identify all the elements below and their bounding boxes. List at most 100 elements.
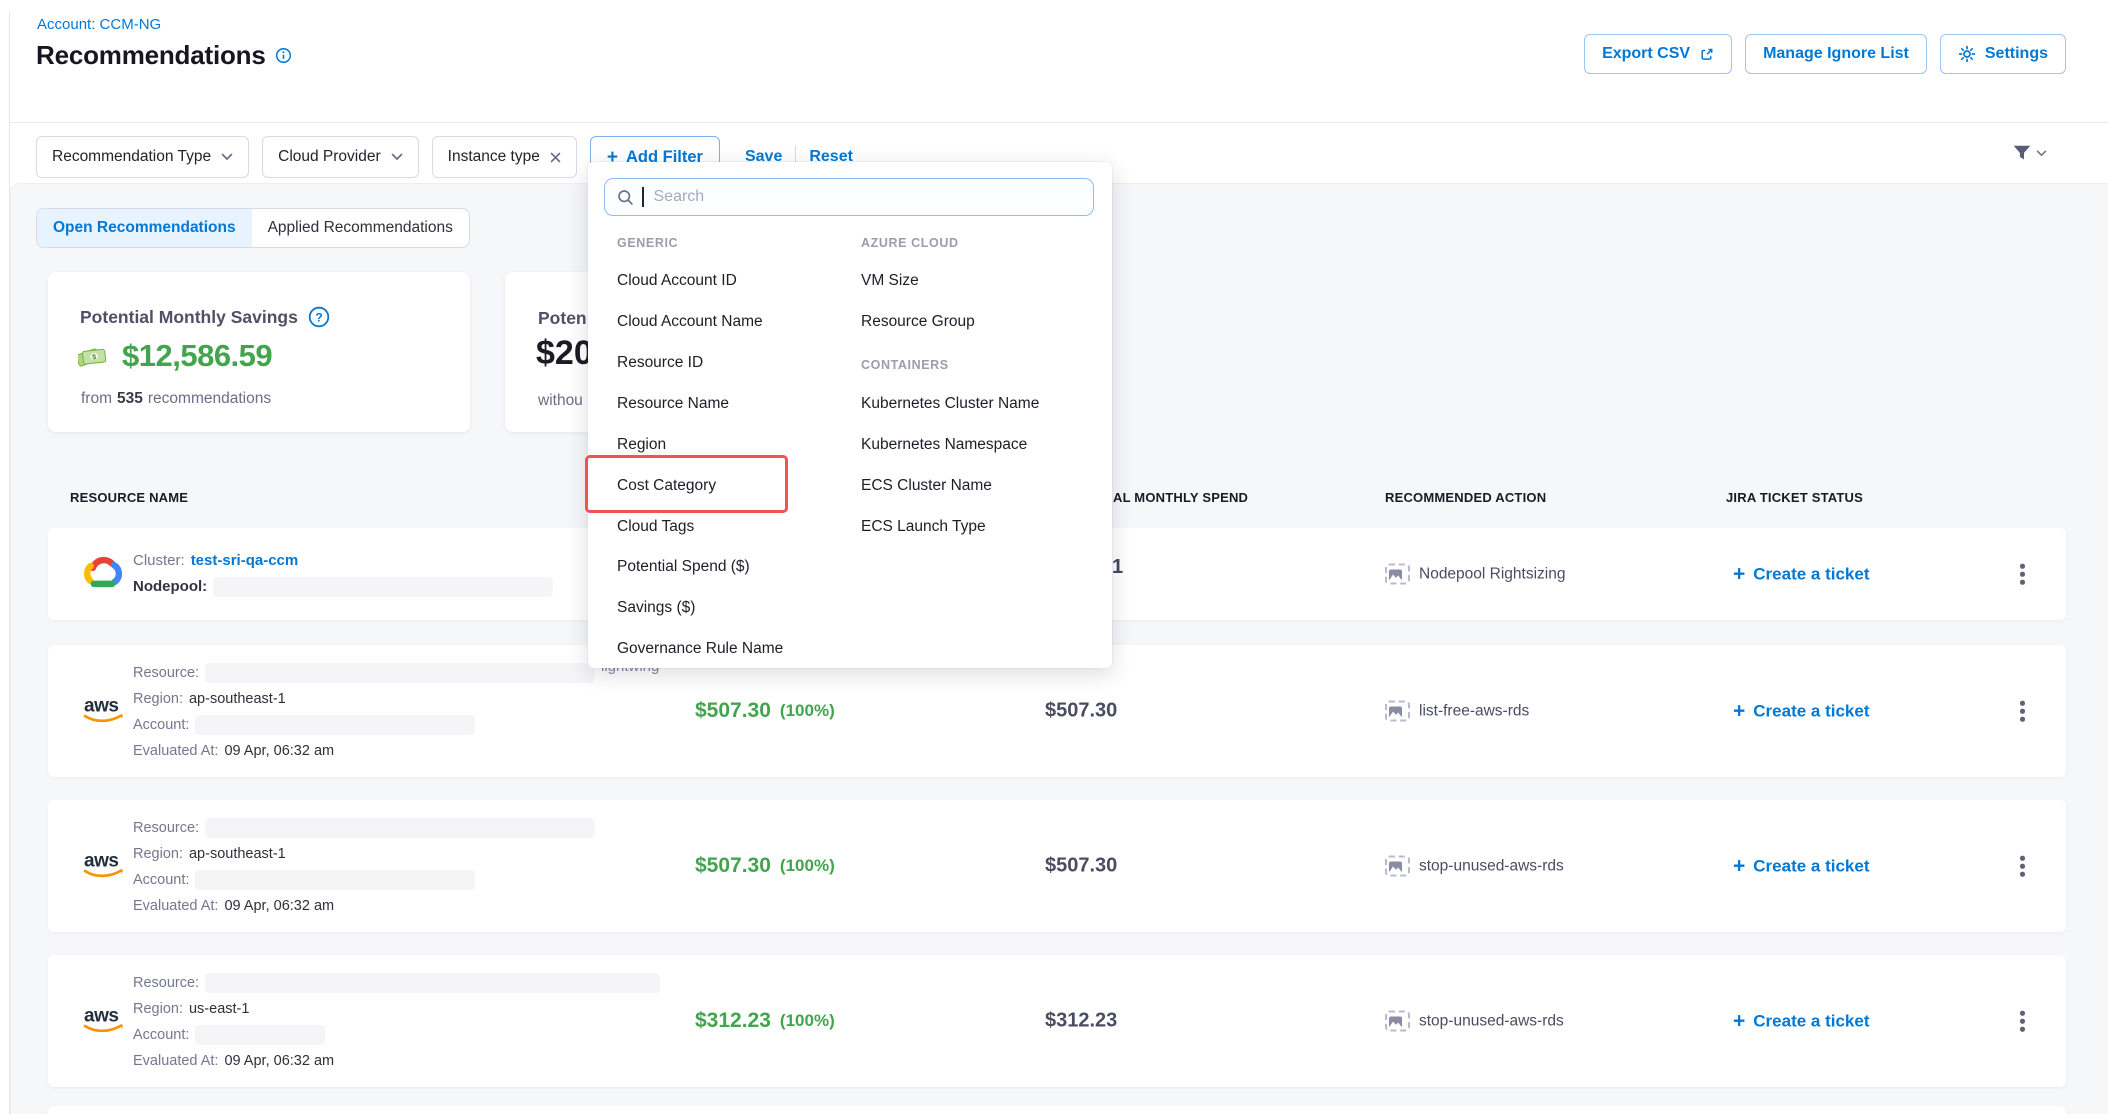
savings-amount: $12,586.59	[122, 338, 272, 374]
filter-option-kubernetes-namespace[interactable]: Kubernetes Namespace	[861, 436, 1027, 454]
tab-applied-recommendations[interactable]: Applied Recommendations	[252, 209, 469, 247]
cluster-name-link[interactable]: test-sri-qa-ccm	[191, 552, 299, 569]
col-header-recommended-action: RECOMMENDED ACTION	[1385, 490, 1546, 505]
row-menu-kebab-icon[interactable]	[2014, 695, 2031, 728]
breadcrumb[interactable]: Account: CCM-NG	[37, 16, 161, 33]
filter-option-ecs-launch-type[interactable]: ECS Launch Type	[861, 518, 986, 536]
group-title-azure-cloud: AZURE CLOUD	[861, 236, 959, 250]
filter-chip-cloud-provider[interactable]: Cloud Provider	[262, 136, 419, 178]
filter-option-region[interactable]: Region	[617, 436, 666, 454]
group-title-generic: GENERIC	[617, 236, 678, 250]
search-input[interactable]	[652, 187, 1082, 207]
evaluated-at-value: 09 Apr, 06:32 am	[224, 898, 334, 914]
redacted-account-value	[195, 1025, 325, 1045]
external-link-icon	[1699, 47, 1714, 62]
col-header-monthly-spend-fragment: AL MONTHLY SPEND	[1113, 490, 1248, 505]
col-header-resource-name: RESOURCE NAME	[70, 490, 188, 505]
monthly-spend-fragment: 1	[1112, 556, 1123, 579]
recommended-action-label: list-free-aws-rds	[1419, 702, 1529, 720]
redacted-resource-value	[205, 973, 660, 993]
filter-panel-toggle[interactable]	[2012, 144, 2047, 162]
close-icon[interactable]	[550, 152, 561, 163]
recommendations-tabs: Open Recommendations Applied Recommendat…	[36, 208, 470, 248]
filter-option-governance-rule-name[interactable]: Governance Rule Name	[617, 640, 783, 658]
redacted-resource-value	[205, 663, 595, 683]
money-icon: $	[78, 343, 112, 369]
filter-option-cloud-account-id[interactable]: Cloud Account ID	[617, 272, 737, 290]
account-label: Account:	[133, 1027, 189, 1043]
savings-sub-prefix: from	[81, 390, 112, 408]
spend-card-sub-fragment: withou	[538, 392, 583, 410]
monthly-spend-value: $312.23	[1045, 1010, 1117, 1033]
filter-option-ecs-cluster-name[interactable]: ECS Cluster Name	[861, 477, 992, 495]
potential-savings-value: $507.30	[695, 699, 771, 723]
row-menu-kebab-icon[interactable]	[2014, 850, 2031, 883]
savings-count: 535	[117, 390, 143, 408]
create-ticket-button[interactable]: + Create a ticket	[1733, 701, 1870, 722]
monthly-spend-value: $507.30	[1045, 700, 1117, 723]
region-label: Region:	[133, 691, 183, 707]
filter-option-resource-id[interactable]: Resource ID	[617, 354, 703, 372]
chevron-down-icon	[221, 153, 233, 161]
filter-option-cloud-tags[interactable]: Cloud Tags	[617, 518, 694, 536]
plus-icon: +	[1733, 1011, 1745, 1032]
redacted-account-value	[195, 715, 475, 735]
nodepool-label: Nodepool:	[133, 578, 207, 595]
plus-icon: +	[1733, 564, 1745, 585]
search-icon	[617, 189, 634, 206]
filter-chip-label: Cloud Provider	[278, 148, 381, 166]
region-label: Region:	[133, 1001, 183, 1017]
recommendation-row[interactable]: aws Resource: Region:us-east-1 Account: …	[48, 955, 2066, 1087]
funnel-icon	[2012, 144, 2032, 162]
region-label: Region:	[133, 846, 183, 862]
potential-savings-value: $507.30	[695, 854, 771, 878]
manage-ignore-list-button[interactable]: Manage Ignore List	[1745, 34, 1927, 74]
filter-option-resource-group[interactable]: Resource Group	[861, 313, 975, 331]
export-csv-button[interactable]: Export CSV	[1584, 34, 1732, 74]
potential-savings-percent: (100%)	[780, 701, 835, 721]
resource-label: Resource:	[133, 665, 199, 681]
dropdown-search-field[interactable]	[604, 178, 1094, 216]
filter-chip-recommendation-type[interactable]: Recommendation Type	[36, 136, 249, 178]
filter-chip-label: Recommendation Type	[52, 148, 211, 166]
action-image-placeholder-icon	[1385, 856, 1410, 877]
tab-open-recommendations[interactable]: Open Recommendations	[37, 209, 252, 247]
settings-button[interactable]: Settings	[1940, 34, 2066, 74]
potential-savings-percent: (100%)	[780, 856, 835, 876]
recommendations-page: Account: CCM-NG Recommendations Export C…	[0, 0, 2108, 1114]
svg-text:aws: aws	[84, 696, 118, 717]
row-menu-kebab-icon[interactable]	[2014, 1005, 2031, 1038]
action-image-placeholder-icon	[1385, 1011, 1410, 1032]
filter-option-kubernetes-cluster-name[interactable]: Kubernetes Cluster Name	[861, 395, 1039, 413]
create-ticket-label: Create a ticket	[1753, 1011, 1869, 1031]
savings-sub-suffix: recommendations	[148, 390, 271, 408]
cluster-label: Cluster:	[133, 552, 185, 569]
potential-savings-value: $312.23	[695, 1009, 771, 1033]
svg-text:aws: aws	[84, 1006, 118, 1027]
manage-ignore-list-label: Manage Ignore List	[1763, 45, 1909, 63]
spend-card-value-fragment: $20	[536, 334, 593, 373]
group-title-containers: CONTAINERS	[861, 358, 949, 372]
filter-option-cloud-account-name[interactable]: Cloud Account Name	[617, 313, 763, 331]
svg-text:?: ?	[315, 310, 322, 324]
row-menu-kebab-icon[interactable]	[2014, 558, 2031, 591]
redacted-nodepool-value	[213, 577, 553, 597]
filter-chip-instance-type[interactable]: Instance type	[432, 136, 577, 178]
filter-option-resource-name[interactable]: Resource Name	[617, 395, 729, 413]
action-image-placeholder-icon	[1385, 564, 1410, 585]
aws-logo-icon: aws	[81, 1003, 127, 1040]
create-ticket-button[interactable]: + Create a ticket	[1733, 1011, 1870, 1032]
filter-option-vm-size[interactable]: VM Size	[861, 272, 919, 290]
recommendation-row[interactable]: aws Resource: Region:ap-southeast-1 Acco…	[48, 800, 2066, 932]
filter-option-potential-spend[interactable]: Potential Spend ($)	[617, 558, 750, 576]
spend-card-label-fragment: Poten	[538, 308, 587, 329]
create-ticket-button[interactable]: + Create a ticket	[1733, 856, 1870, 877]
info-icon[interactable]	[275, 47, 292, 64]
create-ticket-button[interactable]: + Create a ticket	[1733, 564, 1870, 585]
filter-option-savings[interactable]: Savings ($)	[617, 599, 695, 617]
text-cursor	[642, 187, 644, 207]
help-icon[interactable]: ?	[308, 306, 330, 328]
filter-option-cost-category[interactable]: Cost Category	[617, 477, 716, 495]
recommended-action-label: stop-unused-aws-rds	[1419, 1012, 1564, 1030]
page-title: Recommendations	[36, 40, 266, 71]
